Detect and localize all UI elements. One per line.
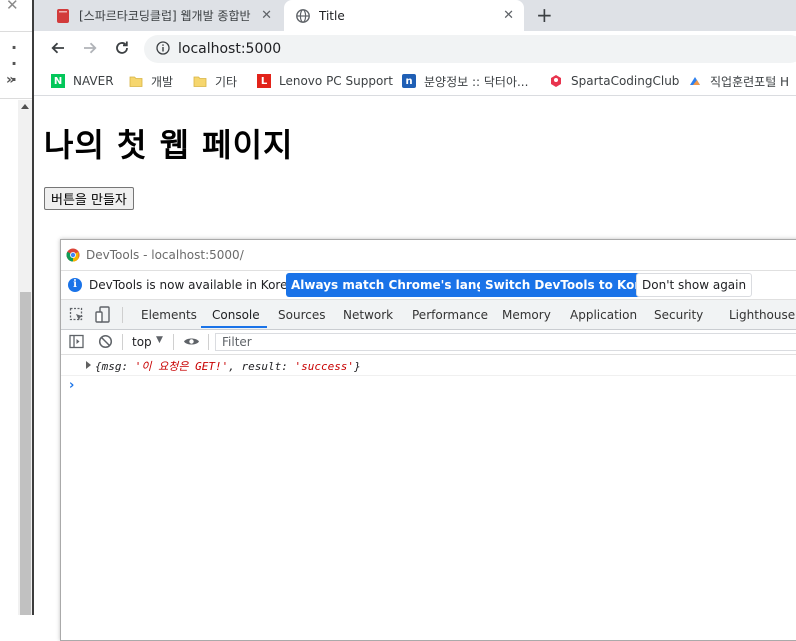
info-icon: i: [68, 278, 82, 292]
bookmarks-bar: N NAVER 개발 기타 L Lenovo PC Support n 분양정보…: [34, 66, 796, 96]
folder-icon: [129, 76, 143, 87]
reload-button[interactable]: [112, 38, 132, 58]
divider: [208, 334, 209, 350]
tab-title-page[interactable]: Title ✕: [284, 0, 524, 31]
divider: [122, 334, 123, 350]
tab-sparta-coding-club[interactable]: [스파르타코딩클럽] 웹개발 종합반 ✕: [42, 0, 282, 31]
bookmark-label: 기타: [215, 74, 238, 89]
tab-application[interactable]: Application: [570, 308, 637, 322]
forward-button[interactable]: [80, 38, 100, 58]
log-string-value: 'success': [294, 360, 355, 373]
close-tab-icon[interactable]: ✕: [503, 8, 514, 23]
log-object: {msg: '이 요청은 GET!', result: 'success'}: [95, 358, 361, 374]
bookmark-label: 개발: [151, 74, 174, 89]
devtools-title: DevTools - localhost:5000/: [86, 248, 244, 262]
bookmark-label: 직업훈련포털 H: [710, 74, 790, 89]
divider: [0, 31, 32, 32]
dont-show-again-button[interactable]: Don't show again: [636, 273, 753, 297]
info-icon[interactable]: [156, 41, 170, 55]
log-text: , result:: [228, 360, 295, 373]
make-button[interactable]: 버튼을 만들자: [44, 187, 134, 210]
devtools-titlebar[interactable]: DevTools - localhost:5000/: [61, 240, 796, 271]
bookmark-folder-dev[interactable]: 개발: [129, 71, 173, 91]
tab-performance[interactable]: Performance: [412, 308, 488, 322]
lenovo-icon: L: [257, 74, 271, 88]
globe-icon: [296, 8, 310, 23]
console-prompt[interactable]: ›: [69, 378, 74, 393]
chevron-right-icon[interactable]: »: [6, 72, 15, 88]
browser-toolbar: localhost:5000: [34, 31, 796, 66]
arrow-left-icon: [51, 42, 64, 54]
clear-console-icon[interactable]: [98, 334, 113, 349]
previous-browser-window: ✕ · · · »: [0, 0, 34, 615]
devtools-infobar: i DevTools is now available in Korean! A…: [61, 271, 796, 300]
tab-strip: [스파르타코딩클럽] 웹개발 종합반 ✕ Title ✕ +: [34, 0, 796, 31]
bookmark-bunyang[interactable]: n 분양정보 :: 닥터아...: [402, 71, 528, 91]
eye-icon[interactable]: [183, 336, 200, 347]
bookmark-label: SpartaCodingClub: [571, 74, 680, 88]
scroll-up-arrow-icon[interactable]: [21, 104, 29, 109]
naver-icon: N: [51, 74, 65, 88]
close-tab-icon[interactable]: ✕: [261, 8, 272, 23]
filter-input[interactable]: Filter: [215, 333, 796, 351]
console-toolbar: top ▼ Filter: [61, 330, 796, 355]
chevron-down-icon[interactable]: ▼: [156, 335, 163, 345]
divider: [122, 307, 123, 323]
devtools-window: DevTools - localhost:5000/ i DevTools is…: [60, 239, 796, 641]
bookmark-folder-etc[interactable]: 기타: [193, 71, 237, 91]
bookmark-hrd[interactable]: 직업훈련포털 H: [688, 71, 789, 91]
bookmark-label: NAVER: [73, 74, 114, 88]
devtools-tab-bar: Elements Console Sources Network Perform…: [61, 300, 796, 330]
tab-security[interactable]: Security: [654, 308, 703, 322]
tab-title: [스파르타코딩클럽] 웹개발 종합반: [79, 9, 251, 23]
context-selector[interactable]: top: [132, 335, 152, 349]
scrollbar-thumb[interactable]: [20, 292, 31, 615]
inspect-element-icon[interactable]: [69, 307, 85, 323]
bookmark-label: 분양정보 :: 닥터아...: [424, 74, 529, 89]
bookmark-label: Lenovo PC Support: [279, 74, 393, 88]
device-toolbar-icon[interactable]: [95, 306, 111, 324]
book-icon: [57, 8, 69, 23]
page-heading: 나의 첫 웹 페이지: [44, 126, 294, 164]
tab-lighthouse[interactable]: Lighthouse: [729, 308, 795, 322]
expand-triangle-icon[interactable]: [86, 361, 91, 369]
drapt-icon: n: [402, 74, 416, 88]
close-icon[interactable]: ✕: [6, 0, 19, 14]
show-sidebar-icon[interactable]: [69, 334, 84, 349]
address-bar[interactable]: localhost:5000: [144, 35, 796, 63]
tab-title: Title: [319, 8, 345, 23]
bookmark-lenovo[interactable]: L Lenovo PC Support: [257, 71, 393, 91]
divider: [0, 98, 32, 99]
divider: [173, 334, 174, 350]
new-tab-plus-icon[interactable]: +: [536, 3, 553, 27]
sparta-icon: [551, 75, 561, 87]
chrome-logo-icon: [66, 248, 80, 262]
infobar-message: DevTools is now available in Korean!: [89, 278, 308, 292]
url-text: localhost:5000: [178, 41, 282, 57]
bookmark-sparta[interactable]: SpartaCodingClub: [549, 71, 679, 91]
tab-elements[interactable]: Elements: [141, 308, 197, 322]
console-log-entry[interactable]: {msg: '이 요청은 GET!', result: 'success'}: [61, 355, 796, 376]
log-text: {msg:: [95, 360, 135, 373]
active-tab-indicator: [201, 326, 267, 328]
hrd-icon: [690, 77, 700, 85]
tab-sources[interactable]: Sources: [278, 308, 325, 322]
tab-memory[interactable]: Memory: [502, 308, 551, 322]
folder-icon: [193, 76, 207, 87]
tab-console[interactable]: Console: [212, 308, 260, 322]
reload-icon: [116, 41, 128, 54]
bookmark-naver[interactable]: N NAVER: [51, 71, 114, 91]
back-button[interactable]: [48, 38, 68, 58]
tab-network[interactable]: Network: [343, 308, 393, 322]
log-text: }: [354, 360, 361, 373]
arrow-right-icon: [84, 42, 97, 54]
log-string-value: '이 요청은 GET!': [134, 360, 229, 373]
